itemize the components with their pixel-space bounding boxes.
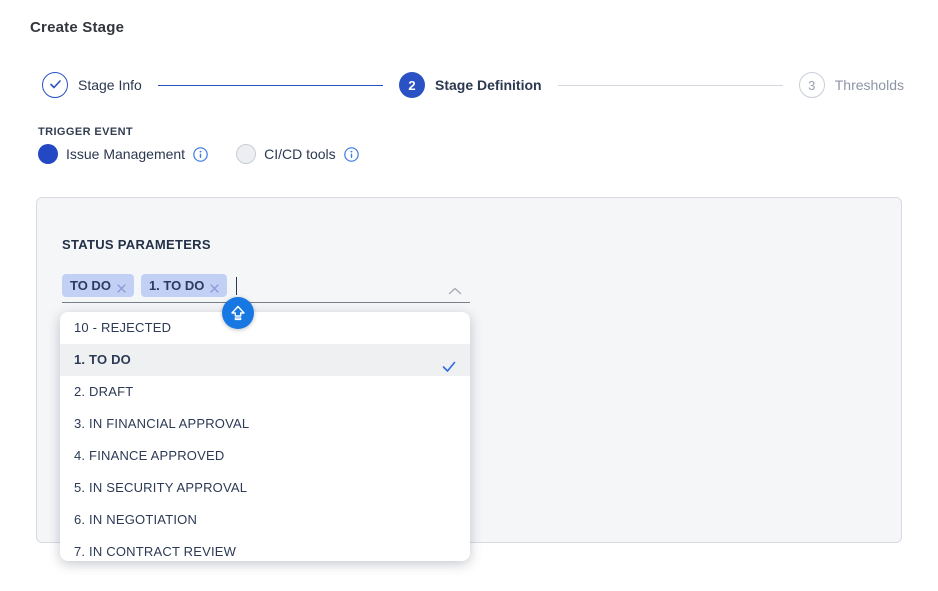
- radio-selected-icon[interactable]: [38, 144, 58, 164]
- check-icon: [442, 353, 456, 365]
- trigger-event-options: Issue Management CI/CD tools: [38, 144, 359, 164]
- step-number-circle: 3: [799, 72, 825, 98]
- radio-unselected-icon[interactable]: [236, 144, 256, 164]
- dropdown-option[interactable]: 4. FINANCE APPROVED: [60, 440, 470, 472]
- stepper-connector: [158, 85, 383, 86]
- chip-remove-icon[interactable]: [210, 281, 219, 290]
- step-complete-circle: [42, 72, 68, 98]
- radio-label: Issue Management: [66, 146, 185, 162]
- page-title: Create Stage: [30, 19, 124, 36]
- chevron-up-icon[interactable]: [448, 282, 462, 290]
- shift-key-pointer-badge: [222, 297, 254, 329]
- step-label: Stage Info: [78, 77, 142, 93]
- shift-arrow-icon: [230, 305, 246, 321]
- dropdown-option[interactable]: 5. IN SECURITY APPROVAL: [60, 472, 470, 504]
- radio-label: CI/CD tools: [264, 146, 336, 162]
- chip-label: 1. TO DO: [149, 278, 204, 293]
- dropdown-option[interactable]: 6. IN NEGOTIATION: [60, 504, 470, 536]
- dropdown-option-selected[interactable]: 1. TO DO: [60, 344, 470, 376]
- step-label: Thresholds: [835, 77, 904, 93]
- info-icon[interactable]: [193, 147, 208, 162]
- trigger-event-label: TRIGGER EVENT: [38, 126, 133, 138]
- radio-issue-management[interactable]: Issue Management: [38, 144, 208, 164]
- radio-cicd-tools[interactable]: CI/CD tools: [236, 144, 359, 164]
- chip-remove-icon[interactable]: [117, 281, 126, 290]
- dropdown-option-label: 1. TO DO: [74, 352, 131, 367]
- chip-label: TO DO: [70, 278, 111, 293]
- step-stage-info[interactable]: Stage Info: [42, 72, 142, 98]
- dropdown-option[interactable]: 3. IN FINANCIAL APPROVAL: [60, 408, 470, 440]
- status-parameters-label: STATUS PARAMETERS: [62, 237, 211, 252]
- selected-chip[interactable]: 1. TO DO: [141, 274, 227, 297]
- dropdown-option[interactable]: 10 - REJECTED: [60, 312, 470, 344]
- step-number-circle: 2: [399, 72, 425, 98]
- step-thresholds[interactable]: 3 Thresholds: [799, 72, 904, 98]
- check-icon: [49, 78, 62, 93]
- text-cursor: [236, 277, 237, 295]
- status-parameters-multiselect[interactable]: TO DO 1. TO DO: [62, 269, 470, 303]
- info-icon[interactable]: [344, 147, 359, 162]
- dropdown-option[interactable]: 7. IN CONTRACT REVIEW: [60, 536, 470, 561]
- step-stage-definition[interactable]: 2 Stage Definition: [399, 72, 542, 98]
- dropdown-option[interactable]: 2. DRAFT: [60, 376, 470, 408]
- stepper: Stage Info 2 Stage Definition 3 Threshol…: [42, 72, 904, 98]
- status-dropdown: 10 - REJECTED 1. TO DO 2. DRAFT 3. IN FI…: [60, 312, 470, 561]
- stepper-connector: [558, 85, 783, 86]
- step-label: Stage Definition: [435, 77, 542, 93]
- selected-chip[interactable]: TO DO: [62, 274, 134, 297]
